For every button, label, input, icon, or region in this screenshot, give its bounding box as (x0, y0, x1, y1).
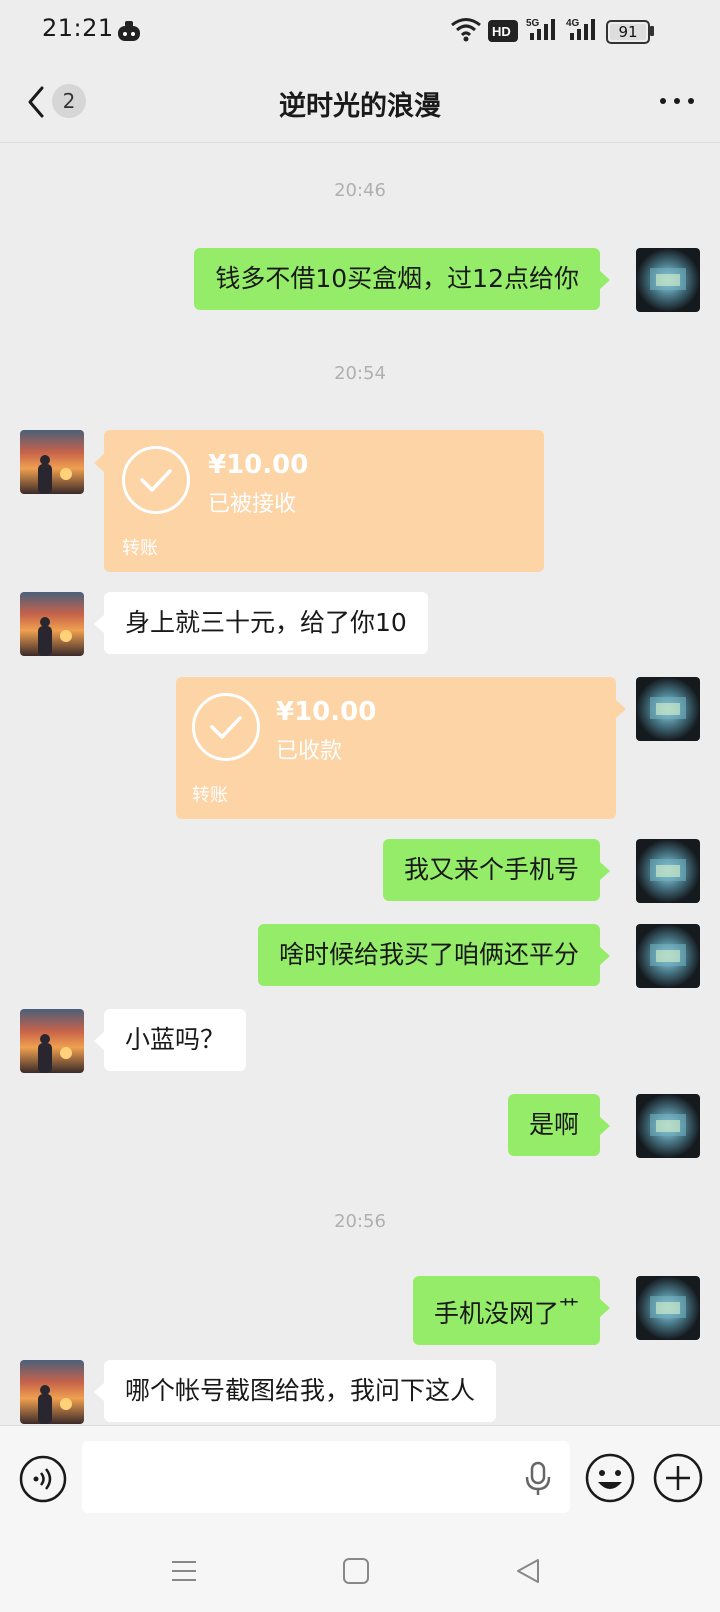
bubble-tail (600, 947, 610, 965)
signal-5g-icon: 5G (526, 18, 555, 40)
transfer-status: 已收款 (276, 739, 343, 764)
bubble-tail (600, 1299, 610, 1317)
message-bubble-incoming[interactable]: 哪个帐号截图给我，我问下这人 (104, 1360, 497, 1422)
message-bubble-outgoing[interactable]: 啥时候给我买了咱俩还平分 (257, 924, 600, 986)
chat-header: 2 逆时光的浪漫 (0, 62, 720, 143)
home-icon[interactable] (342, 1557, 370, 1585)
check-circle-icon (122, 446, 190, 514)
timestamp: 20:46 (334, 180, 386, 201)
mic-icon[interactable] (524, 1461, 552, 1497)
wifi-icon (451, 18, 481, 42)
bubble-tail (94, 454, 104, 472)
transfer-label: 转账 (122, 538, 158, 559)
emoji-icon[interactable] (584, 1452, 636, 1504)
bubble-tail (616, 700, 626, 718)
my-avatar[interactable] (636, 248, 700, 312)
my-avatar[interactable] (636, 924, 700, 988)
plus-icon[interactable] (652, 1452, 704, 1504)
signal-4g-icon: 4G (566, 18, 595, 40)
status-bar: 21:21 HD 5G 4G 91 (0, 0, 720, 62)
svg-text:4G: 4G (566, 18, 580, 29)
message-bubble-incoming[interactable]: 小蓝吗？ (104, 1009, 247, 1071)
hd-icon: HD (488, 20, 518, 42)
back-icon[interactable] (514, 1557, 542, 1585)
chat-title: 逆时光的浪漫 (279, 91, 441, 122)
bubble-tail (94, 1383, 104, 1401)
battery-level: 91 (618, 23, 638, 41)
transfer-card-received[interactable]: ¥10.00 已被接收 转账 (104, 430, 544, 572)
svg-text:5G: 5G (526, 18, 540, 29)
emoji-text: 艹 (559, 1295, 579, 1319)
timestamp: 20:54 (334, 363, 386, 384)
svg-text:HD: HD (492, 24, 511, 39)
battery-tip (650, 26, 654, 36)
message-input[interactable] (82, 1441, 570, 1513)
more-options-icon[interactable] (655, 86, 699, 116)
contact-avatar[interactable] (20, 430, 84, 494)
transfer-amount: ¥10.00 (276, 697, 377, 727)
contact-avatar[interactable] (20, 1360, 84, 1424)
message-bubble-outgoing[interactable]: 手机没网了艹 (412, 1276, 600, 1345)
contact-avatar[interactable] (20, 592, 84, 656)
transfer-card-sent[interactable]: ¥10.00 已收款 转账 (176, 677, 616, 819)
menu-icon[interactable] (170, 1557, 198, 1585)
my-avatar[interactable] (636, 1276, 700, 1340)
app-notification-icon (118, 21, 140, 41)
bubble-tail (94, 1032, 104, 1050)
check-circle-icon (192, 693, 260, 761)
transfer-amount: ¥10.00 (208, 450, 309, 480)
message-bubble-incoming[interactable]: 身上就三十元，给了你10 (104, 592, 428, 654)
system-nav-bar (0, 1531, 720, 1612)
bubble-tail (94, 615, 104, 633)
battery-icon: 91 (606, 20, 650, 44)
bubble-tail (600, 1117, 610, 1135)
status-time: 21:21 (42, 14, 114, 42)
contact-avatar[interactable] (20, 1009, 84, 1073)
my-avatar[interactable] (636, 1094, 700, 1158)
timestamp: 20:56 (334, 1211, 386, 1232)
transfer-status: 已被接收 (208, 492, 297, 517)
message-bubble-outgoing[interactable]: 我又来个手机号 (382, 839, 600, 901)
bubble-tail (600, 271, 610, 289)
my-avatar[interactable] (636, 677, 700, 741)
message-bubble-outgoing[interactable]: 是啊 (507, 1094, 600, 1156)
bubble-tail (600, 862, 610, 880)
my-avatar[interactable] (636, 839, 700, 903)
input-bar (0, 1425, 720, 1532)
message-bubble-outgoing[interactable]: 钱多不借10买盒烟，过12点给你 (194, 248, 600, 310)
voice-toggle-icon[interactable] (18, 1454, 68, 1504)
transfer-label: 转账 (192, 785, 228, 806)
message-text: 手机没网了 (433, 1299, 559, 1328)
